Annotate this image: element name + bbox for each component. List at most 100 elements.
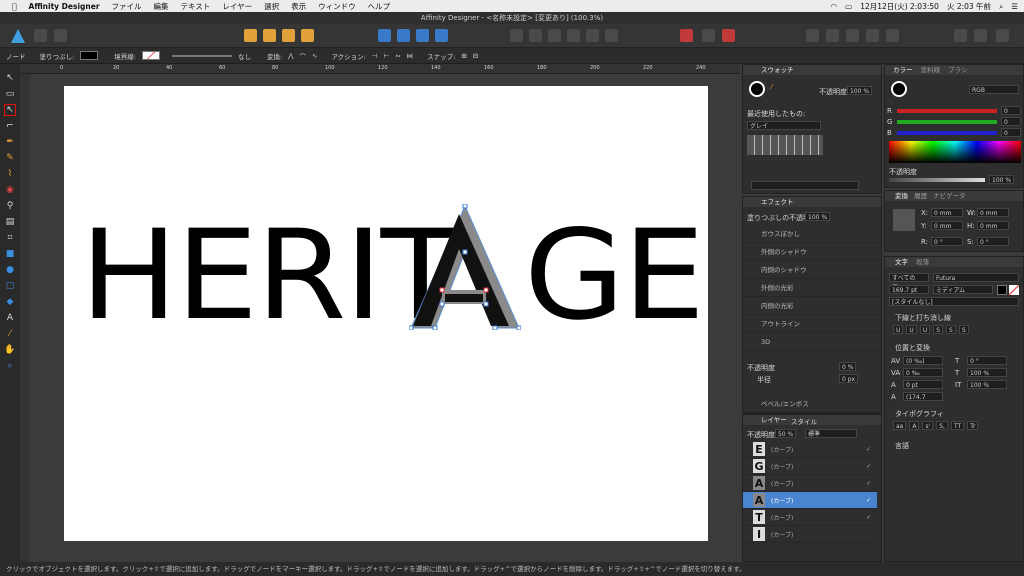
eyedropper-icon[interactable]: ⁄ <box>4 328 16 340</box>
assistant-icon[interactable] <box>954 29 967 42</box>
rotate-right-icon[interactable] <box>435 29 448 42</box>
account-icon[interactable] <box>996 29 1009 42</box>
boolean-divide-icon[interactable] <box>886 29 899 42</box>
effect-outline[interactable]: アウトライン <box>743 315 881 333</box>
effect-inner-glow[interactable]: 内側の光彩 <box>743 297 881 315</box>
subscript-icon[interactable]: S, <box>936 421 948 430</box>
underline-section[interactable]: 下線と打ち消し線 <box>895 313 951 323</box>
place-image-icon[interactable]: ▤ <box>4 216 16 228</box>
flip-vertical-icon[interactable] <box>397 29 410 42</box>
stroke-width-slider[interactable] <box>171 54 232 57</box>
action-smooth-icon[interactable]: ∾ <box>395 52 400 60</box>
shape-tool-icon[interactable]: ◆ <box>4 296 16 308</box>
arrange-backward-icon[interactable] <box>263 29 276 42</box>
rounded-rect-icon[interactable]: ▢ <box>4 280 16 292</box>
search-icon[interactable]: ⌕ <box>999 2 1003 12</box>
palette-select[interactable]: グレイ <box>747 121 821 130</box>
brush-tool-icon[interactable]: ⌇ <box>4 168 16 180</box>
fill-color-well[interactable] <box>749 81 765 97</box>
swatch-search-field[interactable] <box>751 181 859 190</box>
arrange-front-icon[interactable] <box>301 29 314 42</box>
position-section[interactable]: 位置と変換 <box>895 343 930 353</box>
hand-tool-icon[interactable]: ✋ <box>4 344 16 356</box>
font-weight-select[interactable]: ミディアム <box>933 285 993 294</box>
swatch-grid[interactable] <box>747 135 823 155</box>
snapping-magnet-icon[interactable] <box>722 29 735 42</box>
snap-option-icon[interactable]: ⊞ <box>461 52 466 60</box>
visibility-check-icon[interactable]: ✓ <box>866 446 871 453</box>
x-field[interactable]: 0 mm <box>931 208 963 217</box>
color-opacity-slider[interactable] <box>889 178 985 182</box>
effect-gaussian-blur[interactable]: ガウスぼかし <box>743 225 881 243</box>
layer-row-selected[interactable]: A (カーブ) ✓ <box>743 492 877 509</box>
fill-opacity-field[interactable]: 100 % <box>805 212 831 221</box>
heritage-text-left[interactable]: HERIT <box>80 214 460 338</box>
picker-icon[interactable]: ⁄ <box>771 83 772 91</box>
menu-view[interactable]: 表示 <box>291 1 306 12</box>
arrange-forward-icon[interactable] <box>282 29 295 42</box>
boolean-add-icon[interactable] <box>806 29 819 42</box>
typography-section[interactable]: タイポグラフィ <box>895 409 944 419</box>
layer-opacity-field[interactable]: 50 % <box>775 429 797 438</box>
node-tool-icon[interactable]: ↖ <box>4 104 16 116</box>
designer-persona-icon[interactable] <box>10 28 26 44</box>
blend-mode-select[interactable]: 標準 <box>805 429 857 438</box>
tt-icon[interactable]: Tr <box>967 421 979 430</box>
convert-sharp-icon[interactable]: ⋀ <box>288 52 293 60</box>
red-slider[interactable] <box>897 109 997 113</box>
align-left-icon[interactable] <box>510 29 523 42</box>
layer-row[interactable]: T (カーブ) ✓ <box>743 509 877 526</box>
paragraph-tab[interactable]: 段落 <box>916 258 929 266</box>
blue-field[interactable]: 0 <box>1001 128 1021 137</box>
crop-tool-icon[interactable]: ⌗ <box>4 232 16 244</box>
layer-row[interactable]: A (カーブ) ✓ <box>743 475 877 492</box>
smallcaps-icon[interactable]: A <box>909 421 920 430</box>
export-persona-icon[interactable] <box>54 29 67 42</box>
caps-icon[interactable]: aa <box>893 421 907 430</box>
effect-outer-shadow[interactable]: 外側のシャドウ <box>743 243 881 261</box>
menu-edit[interactable]: 編集 <box>154 1 169 12</box>
visibility-check-icon[interactable]: ✓ <box>866 480 871 487</box>
layer-row[interactable]: E (カーブ) ✓ <box>743 441 877 458</box>
w-field[interactable]: 0 mm <box>977 208 1009 217</box>
stroke-tab[interactable]: 塗料線 <box>921 66 941 74</box>
menu-layer[interactable]: レイヤー <box>222 1 252 12</box>
boolean-xor-icon[interactable] <box>866 29 879 42</box>
action-join-icon[interactable]: ⋈ <box>407 52 414 60</box>
point-transform-icon[interactable]: ⌐ <box>4 120 16 132</box>
green-field[interactable]: 0 <box>1001 117 1021 126</box>
hscale-field[interactable]: 100 % <box>967 380 1007 389</box>
ellipse-tool-icon[interactable]: ● <box>4 264 16 276</box>
font-family-select[interactable]: Futura <box>933 273 1019 282</box>
color-opacity-field[interactable]: 100 % <box>989 175 1015 184</box>
fill-tool-icon[interactable]: ◉ <box>4 184 16 196</box>
align-center-icon[interactable] <box>529 29 542 42</box>
vertical-ruler[interactable] <box>20 74 30 562</box>
menu-app[interactable]: Affinity Designer <box>29 2 100 11</box>
snap-option2-icon[interactable]: ⊟ <box>473 52 478 60</box>
align-bottom-icon[interactable] <box>605 29 618 42</box>
align-right-icon[interactable] <box>548 29 561 42</box>
zoom-tool-icon[interactable]: ⌕ <box>4 360 16 372</box>
align-middle-icon[interactable] <box>586 29 599 42</box>
boolean-intersect-icon[interactable] <box>846 29 859 42</box>
color-tab[interactable]: カラー <box>893 66 913 74</box>
visibility-check-icon[interactable]: ✓ <box>866 514 871 521</box>
tracking-field[interactable]: 0 ‰ <box>903 368 943 377</box>
fill-swatch[interactable] <box>80 51 99 60</box>
effect-inner-shadow[interactable]: 内側のシャドウ <box>743 261 881 279</box>
anchor-selector[interactable] <box>893 209 915 231</box>
menu-list-icon[interactable]: ☰ <box>1011 2 1018 11</box>
swatch-opacity-field[interactable]: 100 % <box>847 86 873 95</box>
titling-icon[interactable]: TT <box>950 421 965 430</box>
pixel-persona-icon[interactable] <box>34 29 47 42</box>
color-model-select[interactable]: RGB <box>969 85 1019 94</box>
3d-radius-field[interactable]: 0 px <box>839 374 859 383</box>
swatches-tab[interactable]: スウォッチ <box>743 65 881 75</box>
baseline-field[interactable]: 0 pt <box>903 380 943 389</box>
menu-window[interactable]: ウィンドウ <box>318 1 356 12</box>
3d-opacity-field[interactable]: 0 % <box>839 362 857 371</box>
brush-tab[interactable]: ブラシ <box>948 66 967 74</box>
vscale-field[interactable]: 100 % <box>967 368 1007 377</box>
move-tool-icon[interactable]: ↖ <box>4 72 16 84</box>
